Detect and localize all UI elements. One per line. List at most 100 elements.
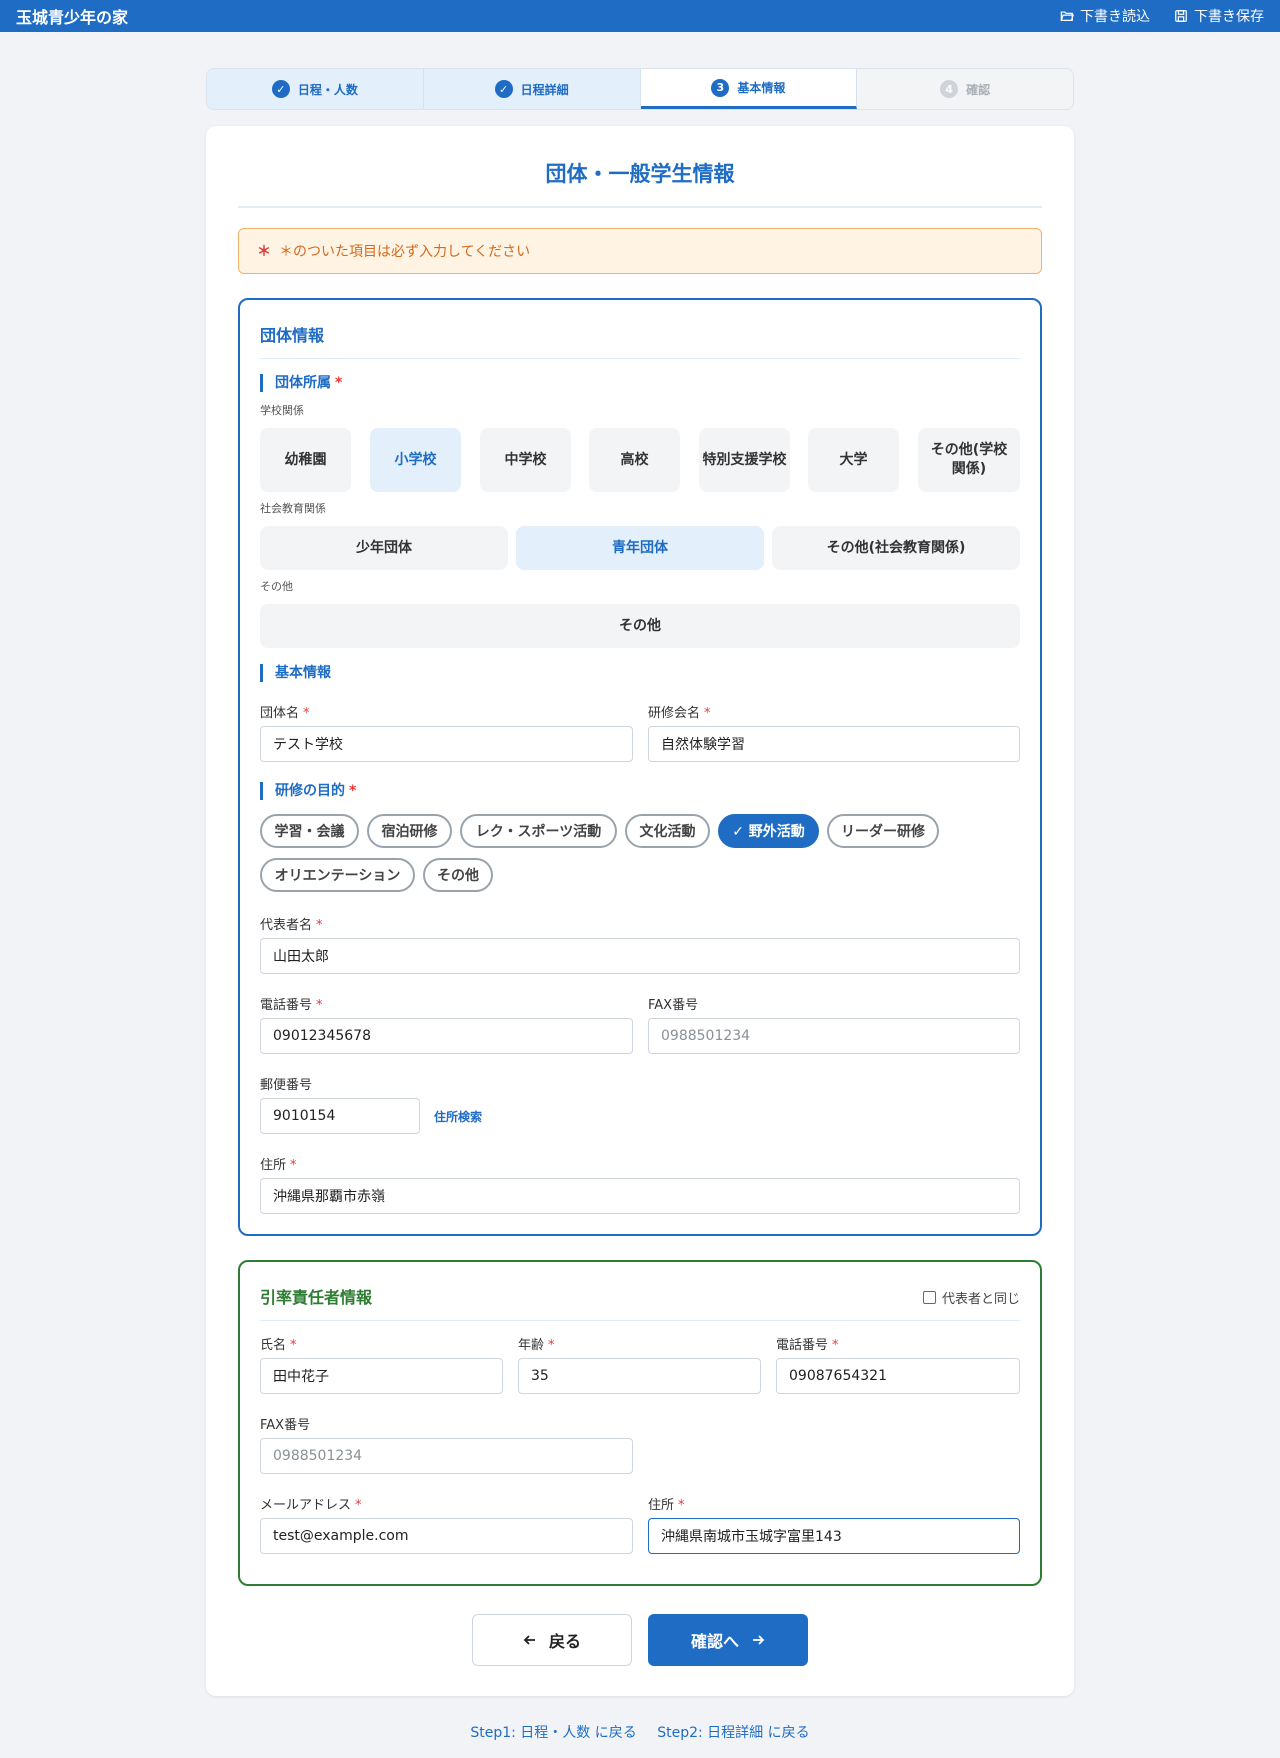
affiliation-high-school[interactable]: 高校 [589,428,680,492]
address-input[interactable]: 沖縄県那覇市赤嶺 [260,1178,1020,1214]
org-name-label: 団体名 * [260,702,310,721]
step-label: 日程・人数 [297,82,358,97]
required-mark: * [303,706,310,721]
leader-name-label: 氏名 * [260,1334,297,1353]
affiliation-kindergarten[interactable]: 幼稚園 [260,428,351,492]
required-mark: * [548,1338,555,1353]
affiliation-elementary[interactable]: 小学校 [370,428,461,492]
leader-address-input[interactable]: 沖縄県南城市玉城字富里143 [648,1518,1020,1554]
step-label: 確認 [966,82,991,97]
load-draft-button[interactable]: 下書き読込 [1060,6,1150,26]
leader-name-input[interactable]: 田中花子 [260,1358,503,1394]
step2-back-link[interactable]: Step2: 日程詳細 に戻る [657,1725,809,1741]
save-draft-button[interactable]: 下書き保存 [1174,6,1264,26]
basic-info-heading: 基本情報 [260,664,331,682]
org-section-title: 団体情報 [260,322,1020,359]
training-name-label-text: 研修会名 [648,706,701,721]
social-group-label: 社会教育関係 [260,502,326,515]
org-info-section: 団体情報 団体所属 * 学校関係 幼稚園 小学校 中学校 高校 特別支援学校 大学… [238,298,1042,1236]
affiliation-youth-group[interactable]: 少年団体 [260,526,508,570]
purpose-chip-outdoor[interactable]: ✓ 野外活動 [718,814,819,848]
leader-age-label: 年齢 * [518,1334,555,1353]
step-confirm: 4 確認 [857,69,1073,109]
address-label-text: 住所 [260,1158,287,1173]
leader-phone-input[interactable]: 09087654321 [776,1358,1020,1394]
leader-name-label-text: 氏名 [260,1338,287,1353]
address-label: 住所 * [260,1154,297,1173]
purpose-chip-study[interactable]: 学習・会議 [260,814,359,848]
other-group-label: その他 [260,580,293,593]
leader-email-label: メールアドレス * [260,1494,362,1513]
purpose-chip-recreation[interactable]: レク・スポーツ活動 [460,814,617,848]
required-mark: * [316,998,323,1013]
checkbox-icon [922,1291,936,1304]
purpose-chip-culture[interactable]: 文化活動 [625,814,710,848]
training-name-label: 研修会名 * [648,702,711,721]
save-draft-label: 下書き保存 [1194,9,1264,25]
required-mark: * [355,1498,362,1513]
required-mark: * [316,918,323,933]
leader-age-input[interactable]: 35 [518,1358,761,1394]
purpose-chip-leader[interactable]: リーダー研修 [827,814,939,848]
page-title: 団体・一般学生情報 [238,158,1042,208]
step1-back-link[interactable]: Step1: 日程・人数 に戻る [470,1725,636,1741]
step-label: 日程詳細 [520,82,569,97]
required-notice: ＊ ＊のついた項目は必ず入力してください [238,228,1042,274]
affiliation-other-social[interactable]: その他(社会教育関係) [772,526,1020,570]
postal-code-input[interactable]: 9010154 [260,1098,420,1134]
affiliation-heading: 団体所属 * [260,374,342,392]
arrow-right-icon [753,1635,765,1645]
asterisk-icon: ＊ [257,244,271,260]
affiliation-other-school[interactable]: その他(学校関係) [918,428,1020,492]
step-basic-info[interactable]: 3 基本情報 [640,69,858,109]
postal-label: 郵便番号 [260,1078,313,1093]
leader-age-label-text: 年齢 [518,1338,545,1353]
affiliation-heading-text: 団体所属 [275,375,331,391]
purpose-chip-lodging[interactable]: 宿泊研修 [367,814,452,848]
form-card: 団体・一般学生情報 ＊ ＊のついた項目は必ず入力してください 団体情報 団体所属… [206,126,1074,1696]
leader-email-input[interactable]: test@example.com [260,1518,633,1554]
purpose-heading: 研修の目的 * [260,782,356,800]
leader-section-title: 引率責任者情報 [260,1284,1020,1321]
leader-email-label-text: メールアドレス [260,1498,352,1513]
affiliation-other[interactable]: その他 [260,604,1020,648]
leader-fax-input[interactable]: 0988501234 [260,1438,633,1474]
affiliation-junior-high[interactable]: 中学校 [480,428,571,492]
purpose-chip-other[interactable]: その他 [423,858,493,892]
training-name-input[interactable]: 自然体験学習 [648,726,1020,762]
step-schedule-detail[interactable]: ✓ 日程詳細 [423,69,641,109]
back-button[interactable]: 戻る [472,1614,632,1666]
address-search-button[interactable]: 住所検索 [434,1108,482,1125]
confirm-button[interactable]: 確認へ [648,1614,808,1666]
purpose-chip-orientation[interactable]: オリエンテーション [260,858,415,892]
step-label: 基本情報 [737,81,786,95]
leader-info-section: 引率責任者情報 代表者と同じ 氏名 * 田中花子 年齢 * 35 電話番号 * 090… [238,1260,1042,1586]
phone-input[interactable]: 09012345678 [260,1018,633,1054]
footer-links: Step1: 日程・人数 に戻る Step2: 日程詳細 に戻る [0,1722,1280,1742]
required-mark: * [335,375,343,391]
top-bar: 玉城青少年の家 下書き読込 下書き保存 [0,0,1280,32]
fax-input[interactable]: 0988501234 [648,1018,1020,1054]
folder-open-icon [1060,11,1074,21]
arrow-left-icon [523,1635,535,1645]
fax-label: FAX番号 [648,998,699,1013]
phone-label: 電話番号 * [260,994,323,1013]
school-group-label: 学校関係 [260,404,304,417]
step-schedule-people[interactable]: ✓ 日程・人数 [207,69,424,109]
required-mark: * [290,1338,297,1353]
org-name-label-text: 団体名 [260,706,300,721]
affiliation-university[interactable]: 大学 [808,428,899,492]
same-as-rep-checkbox[interactable]: 代表者と同じ [922,1288,1020,1307]
step-number-badge: 3 [711,78,730,97]
leader-phone-label-text: 電話番号 [776,1338,829,1353]
back-button-label: 戻る [548,1632,581,1651]
leader-address-label-text: 住所 [648,1498,675,1513]
progress-stepper: ✓ 日程・人数 ✓ 日程詳細 3 基本情報 4 確認 [206,68,1074,110]
org-name-input[interactable]: テスト学校 [260,726,633,762]
phone-label-text: 電話番号 [260,998,313,1013]
affiliation-young-adult-group[interactable]: 青年団体 [516,526,764,570]
rep-name-input[interactable]: 山田太郎 [260,938,1020,974]
save-icon [1175,10,1187,22]
check-icon: ✓ [494,80,513,98]
affiliation-special-support[interactable]: 特別支援学校 [699,428,790,492]
